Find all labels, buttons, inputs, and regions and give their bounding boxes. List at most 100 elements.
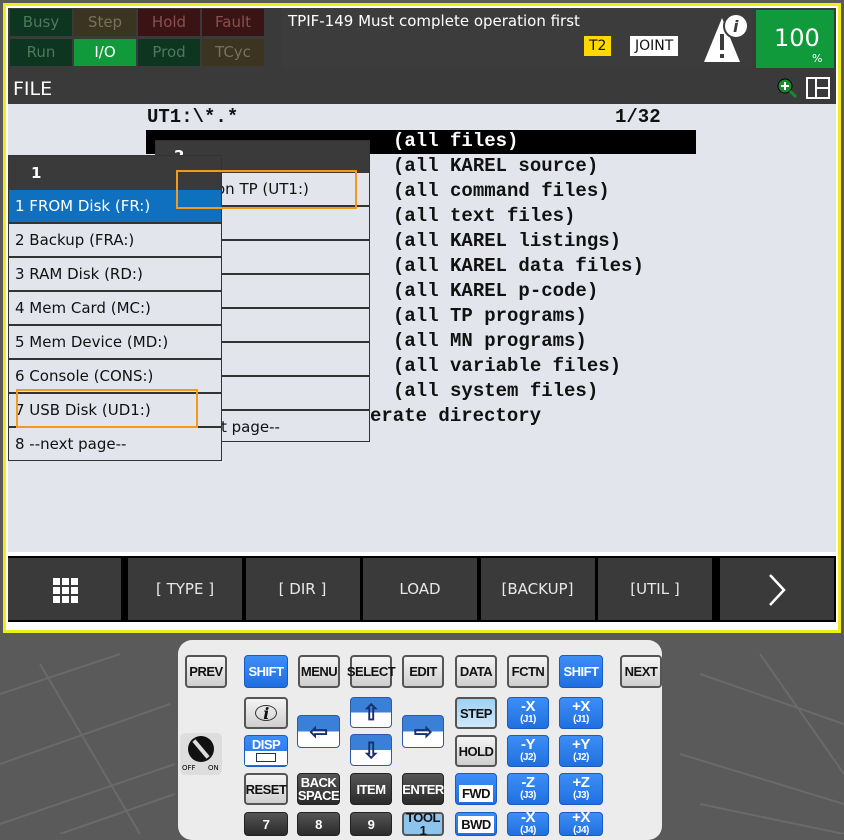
- num-9-key[interactable]: 9: [350, 812, 392, 836]
- step-key[interactable]: STEP: [455, 697, 497, 729]
- function-key-2[interactable]: [ DIR ]: [245, 558, 360, 620]
- file-type-row[interactable]: (all MN programs): [393, 329, 587, 354]
- split-screen-icon[interactable]: [806, 77, 830, 99]
- jog-key-3[interactable]: -Y (J2): [507, 735, 549, 767]
- jog-axis: -X: [521, 698, 536, 715]
- jog-joint: (J1): [520, 714, 536, 725]
- function-key-5[interactable]: [UTIL ]: [598, 558, 712, 620]
- file-type-row[interactable]: (all variable files): [393, 354, 621, 379]
- backspace-key[interactable]: BACK SPACE: [297, 773, 340, 805]
- screen-title: FILE: [13, 78, 53, 100]
- jog-axis: +Z: [572, 774, 590, 791]
- file-type-row[interactable]: (all TP programs): [393, 304, 587, 329]
- next-key[interactable]: NEXT: [620, 655, 662, 688]
- file-type-row[interactable]: (all KAREL p-code): [393, 279, 598, 304]
- status-lamp-busy: Busy: [10, 9, 72, 36]
- svg-text:i: i: [733, 17, 739, 36]
- arrow-up-key[interactable]: ⇧: [350, 697, 392, 728]
- jog-key-1[interactable]: -X (J1): [507, 697, 549, 729]
- warning-info-icon[interactable]: i: [700, 10, 750, 64]
- status-lamp-io: I/O: [74, 39, 136, 66]
- status-lamp-step: Step: [74, 9, 136, 36]
- data-key[interactable]: DATA: [455, 655, 497, 688]
- edit-key[interactable]: EDIT: [402, 655, 444, 688]
- alarm-message-panel: TPIF-149 Must complete operation first T…: [282, 8, 752, 68]
- jog-axis: -Y: [521, 736, 536, 753]
- screen-header: FILE: [8, 72, 836, 104]
- reset-key[interactable]: RESET: [244, 773, 288, 805]
- hold-key[interactable]: HOLD: [455, 735, 497, 767]
- jog-axis: +Y: [572, 736, 590, 753]
- prev-key[interactable]: PREV: [185, 655, 227, 688]
- jog-key-4[interactable]: +Y (J2): [559, 735, 603, 767]
- zoom-in-icon[interactable]: [776, 77, 798, 99]
- shift-key[interactable]: SHIFT: [559, 655, 603, 688]
- jog-axis: +X: [572, 698, 590, 715]
- arrow-down-key[interactable]: ⇩: [350, 734, 392, 766]
- bwd-key[interactable]: BWD: [455, 812, 497, 836]
- enter-key[interactable]: ENTER: [402, 773, 444, 805]
- file-type-row[interactable]: (all KAREL listings): [393, 229, 621, 254]
- split-icon: [245, 750, 287, 765]
- menu-key[interactable]: MENU: [298, 655, 340, 688]
- arrow-left-key[interactable]: ⇦: [297, 715, 340, 748]
- backspace-label-2: SPACE: [297, 788, 340, 803]
- enable-key-switch[interactable]: OFF ON: [180, 733, 222, 775]
- alarm-message: TPIF-149 Must complete operation first: [288, 12, 580, 30]
- fctn-key[interactable]: FCTN: [507, 655, 549, 688]
- jog-axis: +X: [572, 809, 590, 826]
- arrow-right-key[interactable]: ⇨: [402, 715, 444, 748]
- jog-key-7[interactable]: -X (J4): [507, 810, 549, 836]
- file-type-row[interactable]: (all text files): [393, 204, 575, 229]
- tool1-key[interactable]: TOOL 1: [402, 811, 444, 838]
- menu1-item[interactable]: 8 --next page--: [9, 428, 221, 462]
- mode-badge: T2: [584, 36, 612, 56]
- jog-key-6[interactable]: +Z (J3): [559, 773, 603, 805]
- jog-joint: (J4): [520, 825, 536, 836]
- override-display[interactable]: 100 %: [756, 10, 834, 68]
- jog-joint: (J3): [573, 790, 589, 801]
- jog-key-5[interactable]: -Z (J3): [507, 773, 549, 805]
- shift-key[interactable]: SHIFT: [244, 655, 288, 688]
- jog-key-2[interactable]: +X (J1): [559, 697, 603, 729]
- file-type-row[interactable]: (all system files): [393, 379, 598, 404]
- item-key[interactable]: ITEM: [350, 773, 392, 805]
- bwd-label: BWD: [458, 815, 494, 833]
- switch-off-label: OFF: [182, 764, 196, 772]
- status-lamp-prod: Prod: [138, 39, 200, 66]
- menu1-item[interactable]: 2 Backup (FRA:): [9, 224, 221, 258]
- next-page-button[interactable]: [720, 558, 834, 620]
- jog-joint: (J1): [573, 714, 589, 725]
- info-icon: i: [255, 705, 277, 722]
- page-indicator: 1/32: [615, 106, 661, 128]
- chevron-right-icon: [769, 573, 786, 606]
- key-switch-knob[interactable]: [188, 736, 214, 762]
- status-lamp-run: Run: [10, 39, 72, 66]
- info-key[interactable]: i: [244, 697, 288, 729]
- menu-grid-button[interactable]: [8, 558, 121, 620]
- jog-axis: -Z: [521, 774, 535, 791]
- menu1-item[interactable]: 3 RAM Disk (RD:): [9, 258, 221, 292]
- file-type-row[interactable]: (all files): [393, 129, 518, 154]
- num-7-key[interactable]: 7: [244, 812, 288, 836]
- tool-number: 1: [419, 823, 427, 838]
- function-key-3[interactable]: LOAD: [363, 558, 477, 620]
- status-lamp-fault: Fault: [202, 9, 264, 36]
- select-key[interactable]: SELECT: [347, 655, 396, 688]
- menu1-item[interactable]: 5 Mem Device (MD:): [9, 326, 221, 360]
- coord-badge[interactable]: JOINT: [630, 36, 679, 56]
- menu1-item[interactable]: 4 Mem Card (MC:): [9, 292, 221, 326]
- file-type-row[interactable]: (all KAREL data files): [393, 254, 644, 279]
- file-type-row[interactable]: (all KAREL source): [393, 154, 598, 179]
- jog-key-8[interactable]: +X (J4): [559, 809, 603, 836]
- function-key-1[interactable]: [ TYPE ]: [128, 558, 242, 620]
- fwd-label: FWD: [458, 784, 494, 802]
- switch-on-label: ON: [208, 764, 219, 772]
- function-key-4[interactable]: [BACKUP]: [480, 558, 595, 620]
- file-type-row[interactable]: (all command files): [393, 179, 610, 204]
- fwd-key[interactable]: FWD: [455, 773, 497, 805]
- disp-key[interactable]: DISP: [244, 735, 288, 767]
- jog-joint: (J2): [573, 752, 589, 763]
- num-8-key[interactable]: 8: [297, 812, 340, 836]
- file-row-generate-directory[interactable]: erate directory: [370, 404, 541, 429]
